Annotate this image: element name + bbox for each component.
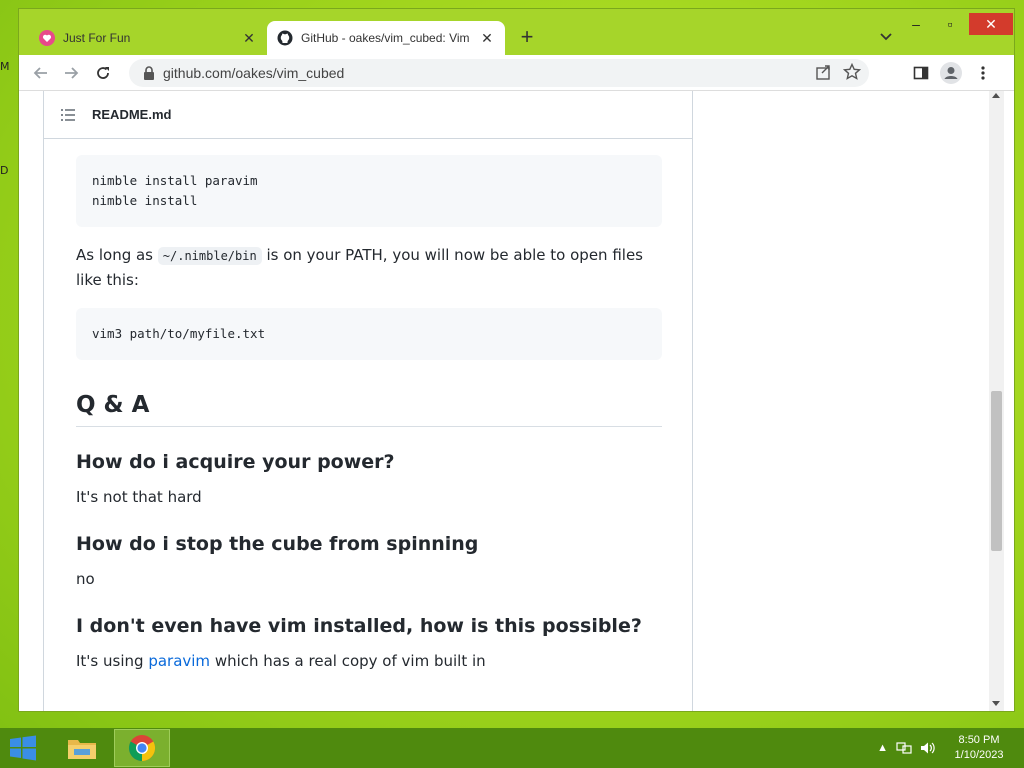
share-icon[interactable] (815, 63, 833, 81)
more-vertical-icon (981, 66, 985, 80)
readme-filename: README.md (92, 107, 172, 122)
clock[interactable]: 8:50 PM 1/10/2023 (944, 733, 1014, 763)
tab-close-icon[interactable]: ✕ (479, 30, 495, 46)
lock-icon[interactable] (139, 66, 159, 80)
answer-text-part: It's using (76, 652, 149, 670)
tab-strip: Just For Fun ✕ GitHub - oakes/vim_cubed:… (19, 9, 1014, 55)
close-window-button[interactable]: ✕ (969, 13, 1013, 35)
folder-icon (68, 740, 96, 759)
desktop-icon-label[interactable]: D (0, 164, 8, 177)
scrollbar-thumb[interactable] (991, 391, 1002, 551)
scroll-down-arrow-icon[interactable] (992, 701, 1000, 706)
paragraph-text: As long as (76, 246, 158, 264)
avatar-icon (940, 62, 962, 84)
side-panel-icon (913, 66, 929, 80)
qa-heading: Q & A (76, 392, 662, 427)
new-tab-button[interactable]: + (516, 26, 538, 48)
page-content: README.md nimble install paravim nimble … (19, 91, 1004, 711)
answer-text-part: which has a real copy of vim built in (210, 652, 486, 670)
bookmark-star-icon[interactable] (843, 63, 861, 81)
taskbar: ▲ 8:50 PM 1/10/2023 (0, 728, 1024, 768)
arrow-left-icon (33, 67, 47, 79)
list-outline-icon[interactable] (60, 107, 76, 123)
tab-title: GitHub - oakes/vim_cubed: Vim (301, 31, 470, 45)
browser-toolbar: github.com/oakes/vim_cubed (19, 55, 1014, 91)
paragraph-path: As long as ~/.nimble/bin is on your PATH… (76, 243, 662, 292)
system-tray: ▲ 8:50 PM 1/10/2023 (877, 728, 1024, 768)
clock-time: 8:50 PM (958, 734, 1000, 746)
network-icon[interactable] (896, 741, 912, 755)
code-block-install: nimble install paravim nimble install (76, 155, 662, 227)
minimize-button[interactable]: ‒ (899, 13, 933, 35)
clock-date: 1/10/2023 (954, 749, 1004, 761)
file-explorer-taskbar-button[interactable] (54, 729, 110, 767)
desktop-icon-label[interactable]: M (0, 60, 10, 73)
tab-title: Just For Fun (63, 31, 131, 45)
browser-window: Just For Fun ✕ GitHub - oakes/vim_cubed:… (18, 8, 1015, 712)
profile-button[interactable] (939, 61, 963, 85)
maximize-button[interactable]: ▫ (933, 13, 967, 35)
question-heading: I don't even have vim installed, how is … (76, 615, 642, 637)
tab-just-for-fun[interactable]: Just For Fun ✕ (31, 21, 265, 55)
paravim-link[interactable]: paravim (148, 652, 210, 670)
question-heading: How do i stop the cube from spinning (76, 533, 479, 555)
back-button[interactable] (29, 61, 53, 85)
answer-text: no (76, 570, 95, 588)
vertical-scrollbar[interactable] (989, 91, 1004, 711)
chevron-up-icon[interactable]: ▲ (877, 742, 888, 754)
readme-panel: README.md nimble install paravim nimble … (43, 91, 693, 711)
arrow-right-icon (65, 67, 79, 79)
chrome-icon (128, 735, 156, 762)
address-bar[interactable]: github.com/oakes/vim_cubed (129, 59, 869, 87)
chrome-taskbar-button[interactable] (114, 729, 170, 767)
heart-favicon-icon (39, 30, 55, 46)
scroll-up-arrow-icon[interactable] (992, 93, 1000, 98)
readme-header: README.md (44, 91, 692, 139)
windows-start-icon[interactable] (8, 734, 38, 762)
code-block-open: vim3 path/to/myfile.txt (76, 308, 662, 360)
side-panel-button[interactable] (909, 61, 933, 85)
reload-icon (97, 67, 109, 79)
tab-close-icon[interactable]: ✕ (241, 30, 257, 46)
volume-icon[interactable] (920, 741, 936, 755)
forward-button[interactable] (59, 61, 83, 85)
chevron-down-icon[interactable] (877, 27, 895, 45)
question-heading: How do i acquire your power? (76, 451, 395, 473)
answer-text: It's not that hard (76, 488, 202, 506)
url-text[interactable]: github.com/oakes/vim_cubed (163, 65, 344, 81)
answer-text: It's using paravim which has a real copy… (76, 649, 662, 673)
inline-code: ~/.nimble/bin (157, 247, 262, 265)
tab-github-vim-cubed[interactable]: GitHub - oakes/vim_cubed: Vim ✕ (267, 21, 505, 55)
github-favicon-icon (277, 30, 293, 46)
menu-button[interactable] (971, 61, 995, 85)
reload-button[interactable] (91, 61, 115, 85)
readme-markdown: nimble install paravim nimble install As… (76, 155, 662, 673)
